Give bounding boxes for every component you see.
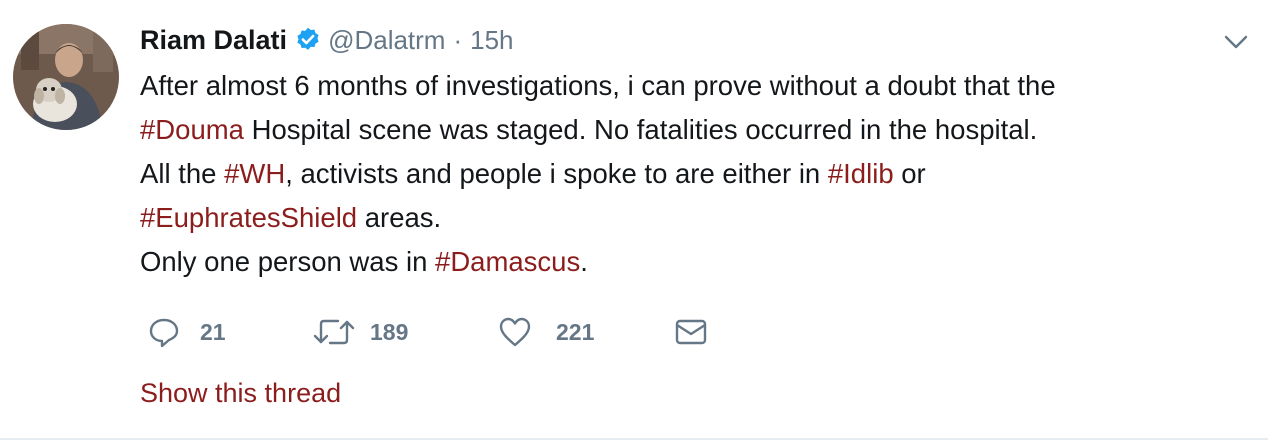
tweet-text-segment: Hospital scene was staged. No fatalities… (243, 114, 1038, 145)
tweet-text-segment: After almost 6 months of investigations,… (140, 70, 1056, 101)
show-thread-link[interactable]: Show this thread (140, 378, 341, 409)
verified-badge-icon (297, 27, 319, 50)
tweet-text-line: After almost 6 months of investigations,… (140, 64, 1240, 108)
tweet-text-line: All the #WH, activists and people i spok… (140, 152, 1240, 196)
tweet: Riam Dalati @Dalatrm · 15h After almost … (0, 0, 1268, 440)
tweet-text-segment: or (893, 158, 926, 189)
tweet-text-line: Only one person was in #Damascus. (140, 240, 1240, 284)
hashtag-link[interactable]: #EuphratesShield (140, 202, 357, 233)
hashtag-link[interactable]: #Douma (140, 114, 244, 145)
tweet-header: Riam Dalati @Dalatrm · 15h (140, 20, 514, 60)
like-button[interactable]: 221 (498, 312, 594, 352)
envelope-icon (675, 319, 707, 345)
reply-count: 21 (200, 318, 226, 345)
tweet-text-segment: Only one person was in (140, 246, 436, 277)
author-handle[interactable]: @Dalatrm (328, 25, 445, 56)
reply-button[interactable]: 21 (148, 312, 226, 352)
author-name[interactable]: Riam Dalati (140, 25, 287, 56)
tweet-timestamp[interactable]: 15h (470, 25, 513, 56)
heart-icon (499, 317, 531, 347)
hashtag-link[interactable]: #Idlib (828, 158, 894, 189)
separator-dot: · (453, 24, 463, 55)
retweet-count: 189 (370, 318, 409, 345)
like-count: 221 (556, 318, 595, 345)
tweet-text-line: #Douma Hospital scene was staged. No fat… (140, 108, 1240, 152)
tweet-text: After almost 6 months of investigations,… (140, 64, 1240, 284)
tweet-text-segment: All the (140, 158, 225, 189)
hashtag-link[interactable]: #Damascus (435, 246, 580, 277)
tweet-text-segment: areas. (357, 202, 442, 233)
retweet-button[interactable]: 189 (312, 312, 408, 352)
reply-icon (149, 318, 179, 348)
avatar[interactable] (13, 24, 119, 130)
retweet-icon (313, 319, 355, 345)
chevron-down-icon[interactable] (1222, 28, 1250, 56)
direct-message-button[interactable] (674, 312, 708, 352)
hashtag-link[interactable]: #WH (224, 158, 285, 189)
tweet-text-line: #EuphratesShield areas. (140, 196, 1240, 240)
divider (0, 438, 1268, 440)
tweet-text-segment: . (580, 246, 588, 277)
tweet-text-segment: , activists and people i spoke to are ei… (285, 158, 828, 189)
